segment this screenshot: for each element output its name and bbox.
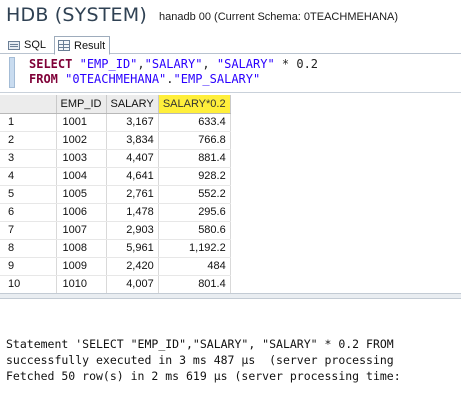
salary-cell[interactable]: 2,903 [106, 221, 159, 240]
salary-cell[interactable]: 5,961 [106, 239, 159, 258]
salary-calc-cell[interactable]: 1,192.2 [158, 239, 231, 258]
connection-title: HDB (SYSTEM) [6, 4, 147, 26]
salary-calc-cell[interactable]: 633.4 [158, 113, 231, 132]
console-line: Fetched 50 row(s) in 2 ms 619 µs (server… [6, 369, 401, 383]
row-number-cell[interactable]: 6 [0, 203, 57, 222]
row-number-cell[interactable]: 5 [0, 185, 57, 204]
table-row[interactable]: 9 1009 2,420 484 [0, 257, 231, 276]
sql-icon [8, 40, 20, 50]
salary-calc-cell[interactable]: 928.2 [158, 167, 231, 186]
emp-id-cell[interactable]: 1003 [56, 149, 107, 168]
selection-marker [9, 57, 15, 88]
salary-calc-cell[interactable]: 881.4 [158, 149, 231, 168]
salary-calc-cell[interactable]: 552.2 [158, 185, 231, 204]
tab-bar: SQL Result [0, 36, 461, 55]
row-number-cell[interactable]: 7 [0, 221, 57, 240]
table-row[interactable]: 3 1003 4,407 881.4 [0, 149, 231, 168]
table-row[interactable]: 6 1006 1,478 295.6 [0, 203, 231, 222]
editor-header: HDB (SYSTEM) hanadb 00 (Current Schema: … [0, 0, 461, 36]
emp-id-cell[interactable]: 1010 [56, 275, 107, 293]
salary-calc-cell[interactable]: 484 [158, 257, 231, 276]
row-number-cell[interactable]: 10 [0, 275, 57, 293]
table-row[interactable]: 7 1007 2,903 580.6 [0, 221, 231, 240]
emp-id-cell[interactable]: 1002 [56, 131, 107, 150]
column-header-emp-id[interactable]: EMP_ID [56, 95, 107, 114]
table-row[interactable]: 10 1010 4,007 801.4 [0, 275, 231, 293]
salary-cell[interactable]: 4,407 [106, 149, 159, 168]
result-grid[interactable]: EMP_ID SALARY SALARY*0.2 1 1001 3,167 633.4… [0, 95, 461, 293]
tab-sql-label: SQL [24, 39, 47, 51]
table-row[interactable]: 4 1004 4,641 928.2 [0, 167, 231, 186]
salary-cell[interactable]: 3,834 [106, 131, 159, 150]
table-row[interactable]: 8 1008 5,961 1,192.2 [0, 239, 231, 258]
table-row[interactable]: 5 1005 2,761 552.2 [0, 185, 231, 204]
sql-line-1[interactable]: SELECT "EMP_ID","SALARY", "SALARY" * 0.2 [29, 57, 318, 71]
connection-subtitle: hanadb 00 (Current Schema: 0TEACHMEHANA) [159, 11, 399, 23]
tab-sql[interactable]: SQL [8, 36, 51, 54]
grid-icon [58, 40, 70, 51]
header-row: EMP_ID SALARY SALARY*0.2 [0, 95, 231, 114]
console-line: successfully executed in 3 ms 487 µs (se… [6, 353, 394, 367]
salary-cell[interactable]: 4,007 [106, 275, 159, 293]
salary-cell[interactable]: 2,761 [106, 185, 159, 204]
row-number-cell[interactable]: 1 [0, 113, 57, 132]
salary-cell[interactable]: 4,641 [106, 167, 159, 186]
sql-line-2[interactable]: FROM "0TEACHMEHANA"."EMP_SALARY" [29, 72, 260, 86]
row-number-cell[interactable]: 3 [0, 149, 57, 168]
salary-calc-cell[interactable]: 295.6 [158, 203, 231, 222]
emp-id-cell[interactable]: 1004 [56, 167, 107, 186]
table-row[interactable]: 1 1001 3,167 633.4 [0, 113, 231, 132]
tab-result[interactable]: Result [54, 36, 110, 55]
emp-id-cell[interactable]: 1008 [56, 239, 107, 258]
row-number-cell[interactable]: 2 [0, 131, 57, 150]
salary-calc-cell[interactable]: 580.6 [158, 221, 231, 240]
emp-id-cell[interactable]: 1005 [56, 185, 107, 204]
row-number-cell[interactable]: 8 [0, 239, 57, 258]
salary-calc-cell[interactable]: 801.4 [158, 275, 231, 293]
salary-cell[interactable]: 2,420 [106, 257, 159, 276]
console-output: Statement 'SELECT "EMP_ID","SALARY", "SA… [0, 299, 461, 402]
column-header-rownum[interactable] [0, 95, 57, 114]
column-header-salary-calc[interactable]: SALARY*0.2 [158, 95, 231, 114]
salary-cell[interactable]: 1,478 [106, 203, 159, 222]
row-number-cell[interactable]: 9 [0, 257, 57, 276]
emp-id-cell[interactable]: 1007 [56, 221, 107, 240]
row-number-cell[interactable]: 4 [0, 167, 57, 186]
column-header-salary[interactable]: SALARY [106, 95, 159, 114]
emp-id-cell[interactable]: 1006 [56, 203, 107, 222]
tab-result-label: Result [74, 39, 106, 52]
salary-cell[interactable]: 3,167 [106, 113, 159, 132]
table-row[interactable]: 2 1002 3,834 766.8 [0, 131, 231, 150]
console-line: Statement 'SELECT "EMP_ID","SALARY", "SA… [6, 337, 394, 351]
salary-calc-cell[interactable]: 766.8 [158, 131, 231, 150]
emp-id-cell[interactable]: 1009 [56, 257, 107, 276]
emp-id-cell[interactable]: 1001 [56, 113, 107, 132]
result-table: EMP_ID SALARY SALARY*0.2 1 1001 3,167 633.4… [0, 95, 231, 293]
sql-editor[interactable]: SELECT "EMP_ID","SALARY", "SALARY" * 0.2… [0, 55, 461, 93]
